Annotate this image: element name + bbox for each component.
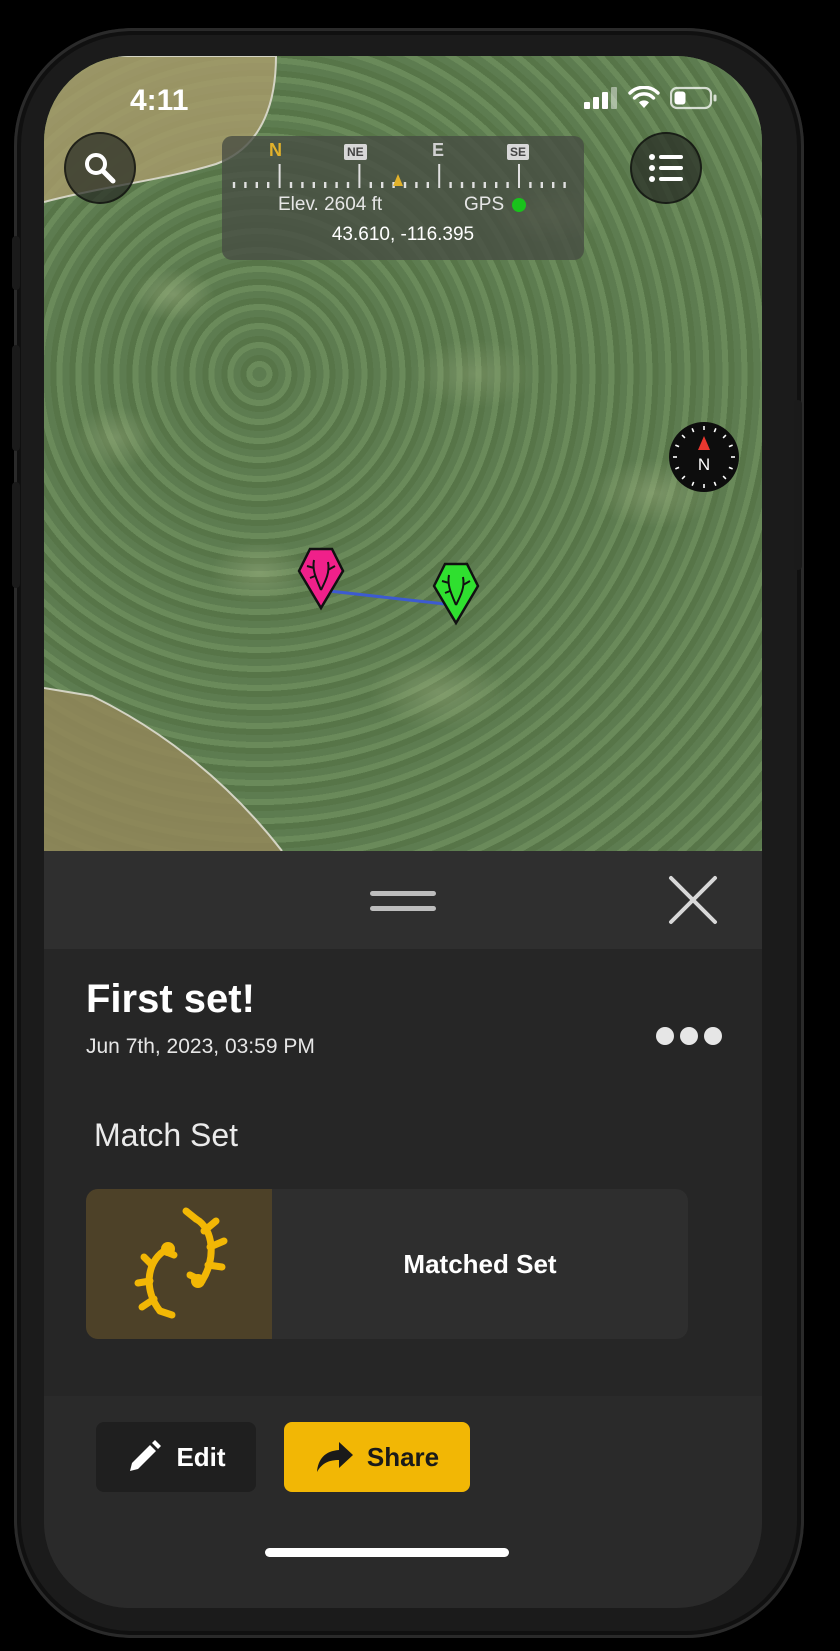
compass-ring-tick [681,475,686,480]
north-compass-button[interactable]: N [669,422,739,492]
compass-ring-tick [722,434,727,439]
close-button[interactable] [666,873,720,927]
more-dot [680,1027,698,1045]
gps-status-dot [512,198,526,212]
compass-ring-tick [713,481,717,486]
antler-connector-line [328,589,455,607]
cellular-signal-icon [584,87,617,109]
search-button[interactable] [64,132,136,204]
compass-ring-tick [722,475,727,480]
share-arrow-icon [316,1442,353,1472]
set-details-sheet: First set! Jun 7th, 2023, 03:59 PM Match… [44,949,762,1396]
map-view[interactable]: 4:11 N NE E SE Elev. 2604 ft GPS 43.610,… [44,56,762,851]
more-dot [656,1027,674,1045]
coordinates-readout: 43.610, -116.395 [331,224,475,245]
north-label: N [698,455,710,474]
sheet-grabber-bottom[interactable] [370,906,436,911]
matched-set-thumbnail [86,1189,272,1339]
list-icon [649,154,683,182]
pencil-icon [130,1440,162,1471]
green-antler-marker [432,562,480,626]
status-icons [584,86,718,110]
heading-label-n: N [269,140,282,160]
compass-ring-tick [681,434,686,439]
pink-antler-marker [297,547,345,611]
search-icon [85,153,116,184]
volume-up-button [12,345,20,451]
matched-set-card[interactable]: Matched Set [86,1189,688,1339]
edit-label: Edit [176,1441,226,1472]
compass-ring-tick [691,428,695,433]
sheet-drag-handle-bar[interactable] [44,851,762,949]
sheet-grabber-top[interactable] [370,891,436,896]
matched-set-label: Matched Set [403,1248,557,1279]
screen: 4:11 N NE E SE Elev. 2604 ft GPS 43.610,… [44,56,762,1608]
set-date: Jun 7th, 2023, 03:59 PM [86,1035,315,1058]
compass-ring-tick [728,444,733,448]
share-button[interactable]: Share [284,1422,470,1492]
more-options-button[interactable] [656,1027,722,1045]
status-time: 4:11 [130,84,189,117]
action-button [12,236,20,290]
compass-icon: N [673,426,735,488]
close-icon [669,876,717,924]
compass-ring-tick [728,466,733,470]
section-title-match-set: Match Set [94,1117,239,1153]
heading-label-e: E [432,140,445,160]
bottom-action-bar: Edit Share [44,1396,762,1608]
compass-ring-tick [713,428,717,433]
heading-pointer-icon [393,174,403,186]
volume-down-button [12,482,20,588]
home-indicator[interactable] [265,1548,509,1557]
share-label: Share [366,1441,440,1472]
compass-ring-tick [675,466,680,470]
antler-pair-icon [134,1207,228,1319]
heading-label-se: SE [507,144,530,160]
layers-menu-button[interactable] [630,132,702,204]
compass-ring-tick [675,444,680,448]
compass-tick-strip [232,164,566,188]
edit-button[interactable]: Edit [96,1422,256,1492]
elevation-text: Elev. 2604 ft [278,194,383,215]
gps-label: GPS [464,194,505,215]
heading-label-ne: NE [344,144,367,160]
compass-ring-tick [691,481,695,486]
battery-icon [670,86,717,110]
compass-heading-panel: N NE E SE Elev. 2604 ft GPS 43.610, -116… [222,136,584,260]
power-button [794,400,802,570]
wifi-icon [628,86,660,108]
more-dot [704,1027,722,1045]
set-title: First set! [86,977,255,1021]
